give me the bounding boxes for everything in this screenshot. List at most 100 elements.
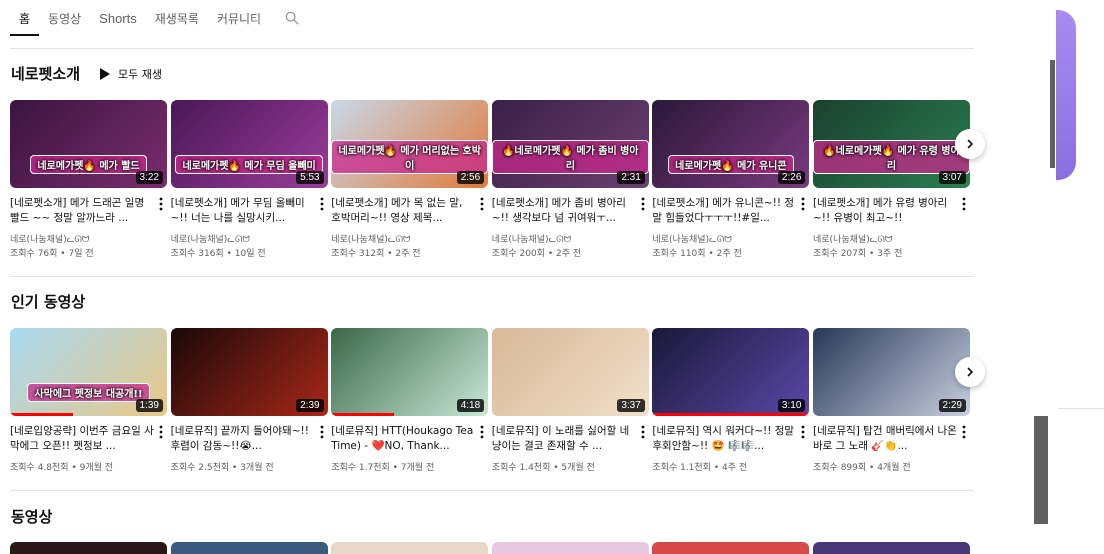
section-title-pets[interactable]: 네로펫소개 — [11, 63, 80, 84]
video-thumbnail[interactable]: 2:29 — [813, 328, 970, 416]
video-card[interactable]: 2:39 [네로뮤직] 끝까지 들어야돼~!! 후렴이 감동~!!😭... 조회수 … — [170, 328, 328, 488]
more-vert-icon[interactable] — [476, 196, 488, 212]
video-title[interactable]: [네로뮤직] 역시 워커다~!! 정말 후회안함~!! 🤩 🎼🎼... — [652, 424, 796, 454]
thumbnail-caption: 🔥네로메가펫🔥 메가 유령 병아리 — [813, 140, 970, 174]
view-count: 조회수 1.1천회 — [652, 463, 711, 473]
side-panel-edge — [1056, 10, 1076, 180]
channel-name[interactable]: 네로(나눔채널)ᓚᘏᗢ — [652, 232, 731, 245]
more-vert-icon[interactable] — [958, 424, 970, 440]
video-title[interactable]: [네로펫소개] 메가 좀비 병아리~!! 생각보다 넘 귀여워ㅜ... — [492, 196, 636, 226]
meta-separator: • — [544, 249, 556, 259]
meta-separator: • — [223, 249, 235, 259]
video-card[interactable]: 네로메가펫🔥 메가 유니콘 2:26 [네로펫소개] 메가 유니콘~!! 정말 힘들… — [652, 100, 810, 260]
view-count: 조회수 312회 — [331, 249, 385, 259]
meta-separator: • — [389, 463, 401, 473]
video-thumbnail[interactable] — [652, 542, 810, 554]
tabs-divider — [10, 48, 974, 49]
more-vert-icon[interactable] — [958, 196, 970, 212]
video-card[interactable]: 🔥네로메가펫🔥 메가 좀비 병아리 2:31 [네로펫소개] 메가 좀비 병아리~!… — [491, 100, 649, 260]
video-thumbnail[interactable] — [813, 542, 970, 554]
more-vert-icon[interactable] — [476, 424, 488, 440]
video-card[interactable]: 네로메가펫🔥 메가 빨드 3:22 [네로펫소개] 메가 드래곤 일명 빨드 ~~ … — [10, 100, 167, 260]
video-title[interactable]: [네로뮤직] HTT(Houkago Tea Time) - ❤️NO, Tha… — [331, 424, 475, 454]
video-thumbnail[interactable]: 네로메가펫🔥 메가 머리없는 호박이 2:56 — [331, 100, 489, 188]
video-thumbnail[interactable] — [331, 542, 489, 554]
upload-age: 5개월 전 — [561, 463, 595, 473]
thumbnail-caption: 네로메가펫🔥 메가 유니콘 — [668, 155, 794, 174]
video-card[interactable]: 🔥네로메가펫🔥 메가 유령 병아리 3:07 [네로펫소개] 메가 유령 병아리~!… — [813, 100, 970, 260]
channel-name[interactable]: 네로(나눔채널)ᓚᘏᗢ — [10, 232, 89, 245]
search-icon[interactable] — [274, 0, 310, 36]
channel-name[interactable]: 네로(나눔채널)ᓚᘏᗢ — [492, 232, 571, 245]
video-title[interactable]: [네로뮤직] 탑건 매버릭에서 나온 바로 그 노래 🎸👏... — [813, 424, 957, 454]
video-thumbnail[interactable] — [10, 542, 167, 554]
video-thumbnail[interactable]: 사막에그 펫정보 대공개!! 1:39 — [10, 328, 167, 416]
more-vert-icon[interactable] — [155, 196, 167, 212]
video-card[interactable]: 네로메가펫🔥 메가 머리없는 호박이 2:56 [네로펫소개] 메가 목 없는 말,… — [331, 100, 489, 260]
video-card[interactable]: 4:18 [네로뮤직] HTT(Houkago Tea Time) - ❤️NO,… — [331, 328, 489, 488]
video-meta: 조회수 1.7천회 • 7개월 전 — [331, 460, 434, 473]
tab-community[interactable]: 커뮤니티 — [208, 0, 270, 36]
play-all-button[interactable]: 모두 재생 — [100, 66, 162, 82]
video-thumbnail[interactable] — [170, 542, 328, 554]
video-title[interactable]: [네로뮤직] 끝까지 들어야돼~!! 후렴이 감동~!!😭... — [171, 424, 315, 454]
channel-name[interactable]: 네로(나눔채널)ᓚᘏᗢ — [171, 232, 250, 245]
video-title[interactable]: [네로뮤직] 이 노래를 싫어할 네냥이는 결코 존재할 수 ... — [492, 424, 636, 454]
view-count: 조회수 4.8천회 — [10, 463, 69, 473]
video-card[interactable]: 3:37 [네로뮤직] 이 노래를 싫어할 네냥이는 결코 존재할 수 ... 조회… — [491, 328, 649, 488]
upload-age: 3주 전 — [877, 249, 903, 259]
tab-shorts[interactable]: Shorts — [90, 0, 146, 36]
video-title[interactable]: [네로펫소개] 메가 유니콘~!! 정말 힘들었다ㅜㅜㅜ!!#일... — [652, 196, 796, 226]
scrollbar-thumb[interactable] — [1050, 60, 1055, 168]
upload-age: 3개월 전 — [240, 463, 274, 473]
video-meta: 조회수 4.8천회 • 9개월 전 — [10, 460, 113, 473]
channel-name[interactable]: 네로(나눔채널)ᓚᘏᗢ — [813, 232, 892, 245]
video-title[interactable]: [네로펫소개] 메가 무딤 올빼미~!! 너는 나를 실망시키... — [171, 196, 315, 226]
video-thumbnail[interactable]: 🔥네로메가펫🔥 메가 유령 병아리 3:07 — [813, 100, 970, 188]
video-title[interactable]: [네로펫소개] 메가 드래곤 일명 빨드 ~~ 정말 알까느라 ... — [10, 196, 154, 226]
video-thumbnail[interactable]: 2:39 — [170, 328, 328, 416]
shelf-next-button[interactable] — [955, 129, 985, 159]
video-thumbnail[interactable]: 네로메가펫🔥 메가 무딤 올빼미 5:53 — [170, 100, 328, 188]
tab-home[interactable]: 홈 — [10, 0, 40, 36]
video-card[interactable]: 사막에그 펫정보 대공개!! 1:39 [네로입양공략] 이번주 금요일 사막에그 … — [10, 328, 167, 488]
upload-age: 2주 전 — [716, 249, 742, 259]
watch-progress-bar — [652, 413, 810, 416]
video-thumbnail[interactable]: 3:10 — [652, 328, 810, 416]
channel-name[interactable]: 네로(나눔채널)ᓚᘏᗢ — [331, 232, 410, 245]
video-thumbnail[interactable]: 3:37 — [491, 328, 649, 416]
shelf-next-button[interactable] — [955, 357, 985, 387]
watch-progress-bar — [331, 413, 394, 416]
more-vert-icon[interactable] — [316, 424, 328, 440]
more-vert-icon[interactable] — [637, 196, 649, 212]
view-count: 조회수 110회 — [652, 249, 706, 259]
tab-playlists[interactable]: 재생목록 — [146, 0, 208, 36]
meta-separator: • — [57, 249, 69, 259]
meta-separator: • — [68, 463, 80, 473]
page-scrollbar-thumb[interactable] — [1034, 416, 1048, 524]
video-card[interactable]: 네로메가펫🔥 메가 무딤 올빼미 5:53 [네로펫소개] 메가 무딤 올빼미~!!… — [170, 100, 328, 260]
video-thumbnail[interactable]: 4:18 — [331, 328, 489, 416]
video-card[interactable]: 3:10 [네로뮤직] 역시 워커다~!! 정말 후회안함~!! 🤩 🎼🎼... 조… — [652, 328, 810, 488]
video-title[interactable]: [네로펫소개] 메가 유령 병아리~!! 유병이 최고~!! — [813, 196, 957, 226]
meta-separator: • — [710, 463, 722, 473]
upload-age: 2주 전 — [556, 249, 582, 259]
video-thumbnail[interactable]: 🔥네로메가펫🔥 메가 좀비 병아리 2:31 — [491, 100, 649, 188]
video-card[interactable]: 2:29 [네로뮤직] 탑건 매버릭에서 나온 바로 그 노래 🎸👏... 조회수 … — [813, 328, 970, 488]
more-vert-icon[interactable] — [637, 424, 649, 440]
video-thumbnail[interactable]: 네로메가펫🔥 메가 유니콘 2:26 — [652, 100, 810, 188]
video-title[interactable]: [네로입양공략] 이번주 금요일 사막에그 오픈!! 펫정보 ... — [10, 424, 154, 454]
more-vert-icon[interactable] — [155, 424, 167, 440]
video-meta: 조회수 2.5천회 • 3개월 전 — [171, 460, 274, 473]
more-vert-icon[interactable] — [797, 424, 809, 440]
video-thumbnail[interactable] — [491, 542, 649, 554]
tab-videos[interactable]: 동영상 — [39, 0, 90, 36]
video-title[interactable]: [네로펫소개] 메가 목 없는 말, 호박머리~!! 영상 제목... — [331, 196, 475, 226]
section-title-popular[interactable]: 인기 동영상 — [11, 291, 85, 312]
meta-separator: • — [705, 249, 717, 259]
duration-badge: 3:10 — [777, 399, 806, 412]
video-thumbnail[interactable]: 네로메가펫🔥 메가 빨드 3:22 — [10, 100, 167, 188]
more-vert-icon[interactable] — [797, 196, 809, 212]
more-vert-icon[interactable] — [316, 196, 328, 212]
section-title-videos[interactable]: 동영상 — [11, 506, 52, 527]
